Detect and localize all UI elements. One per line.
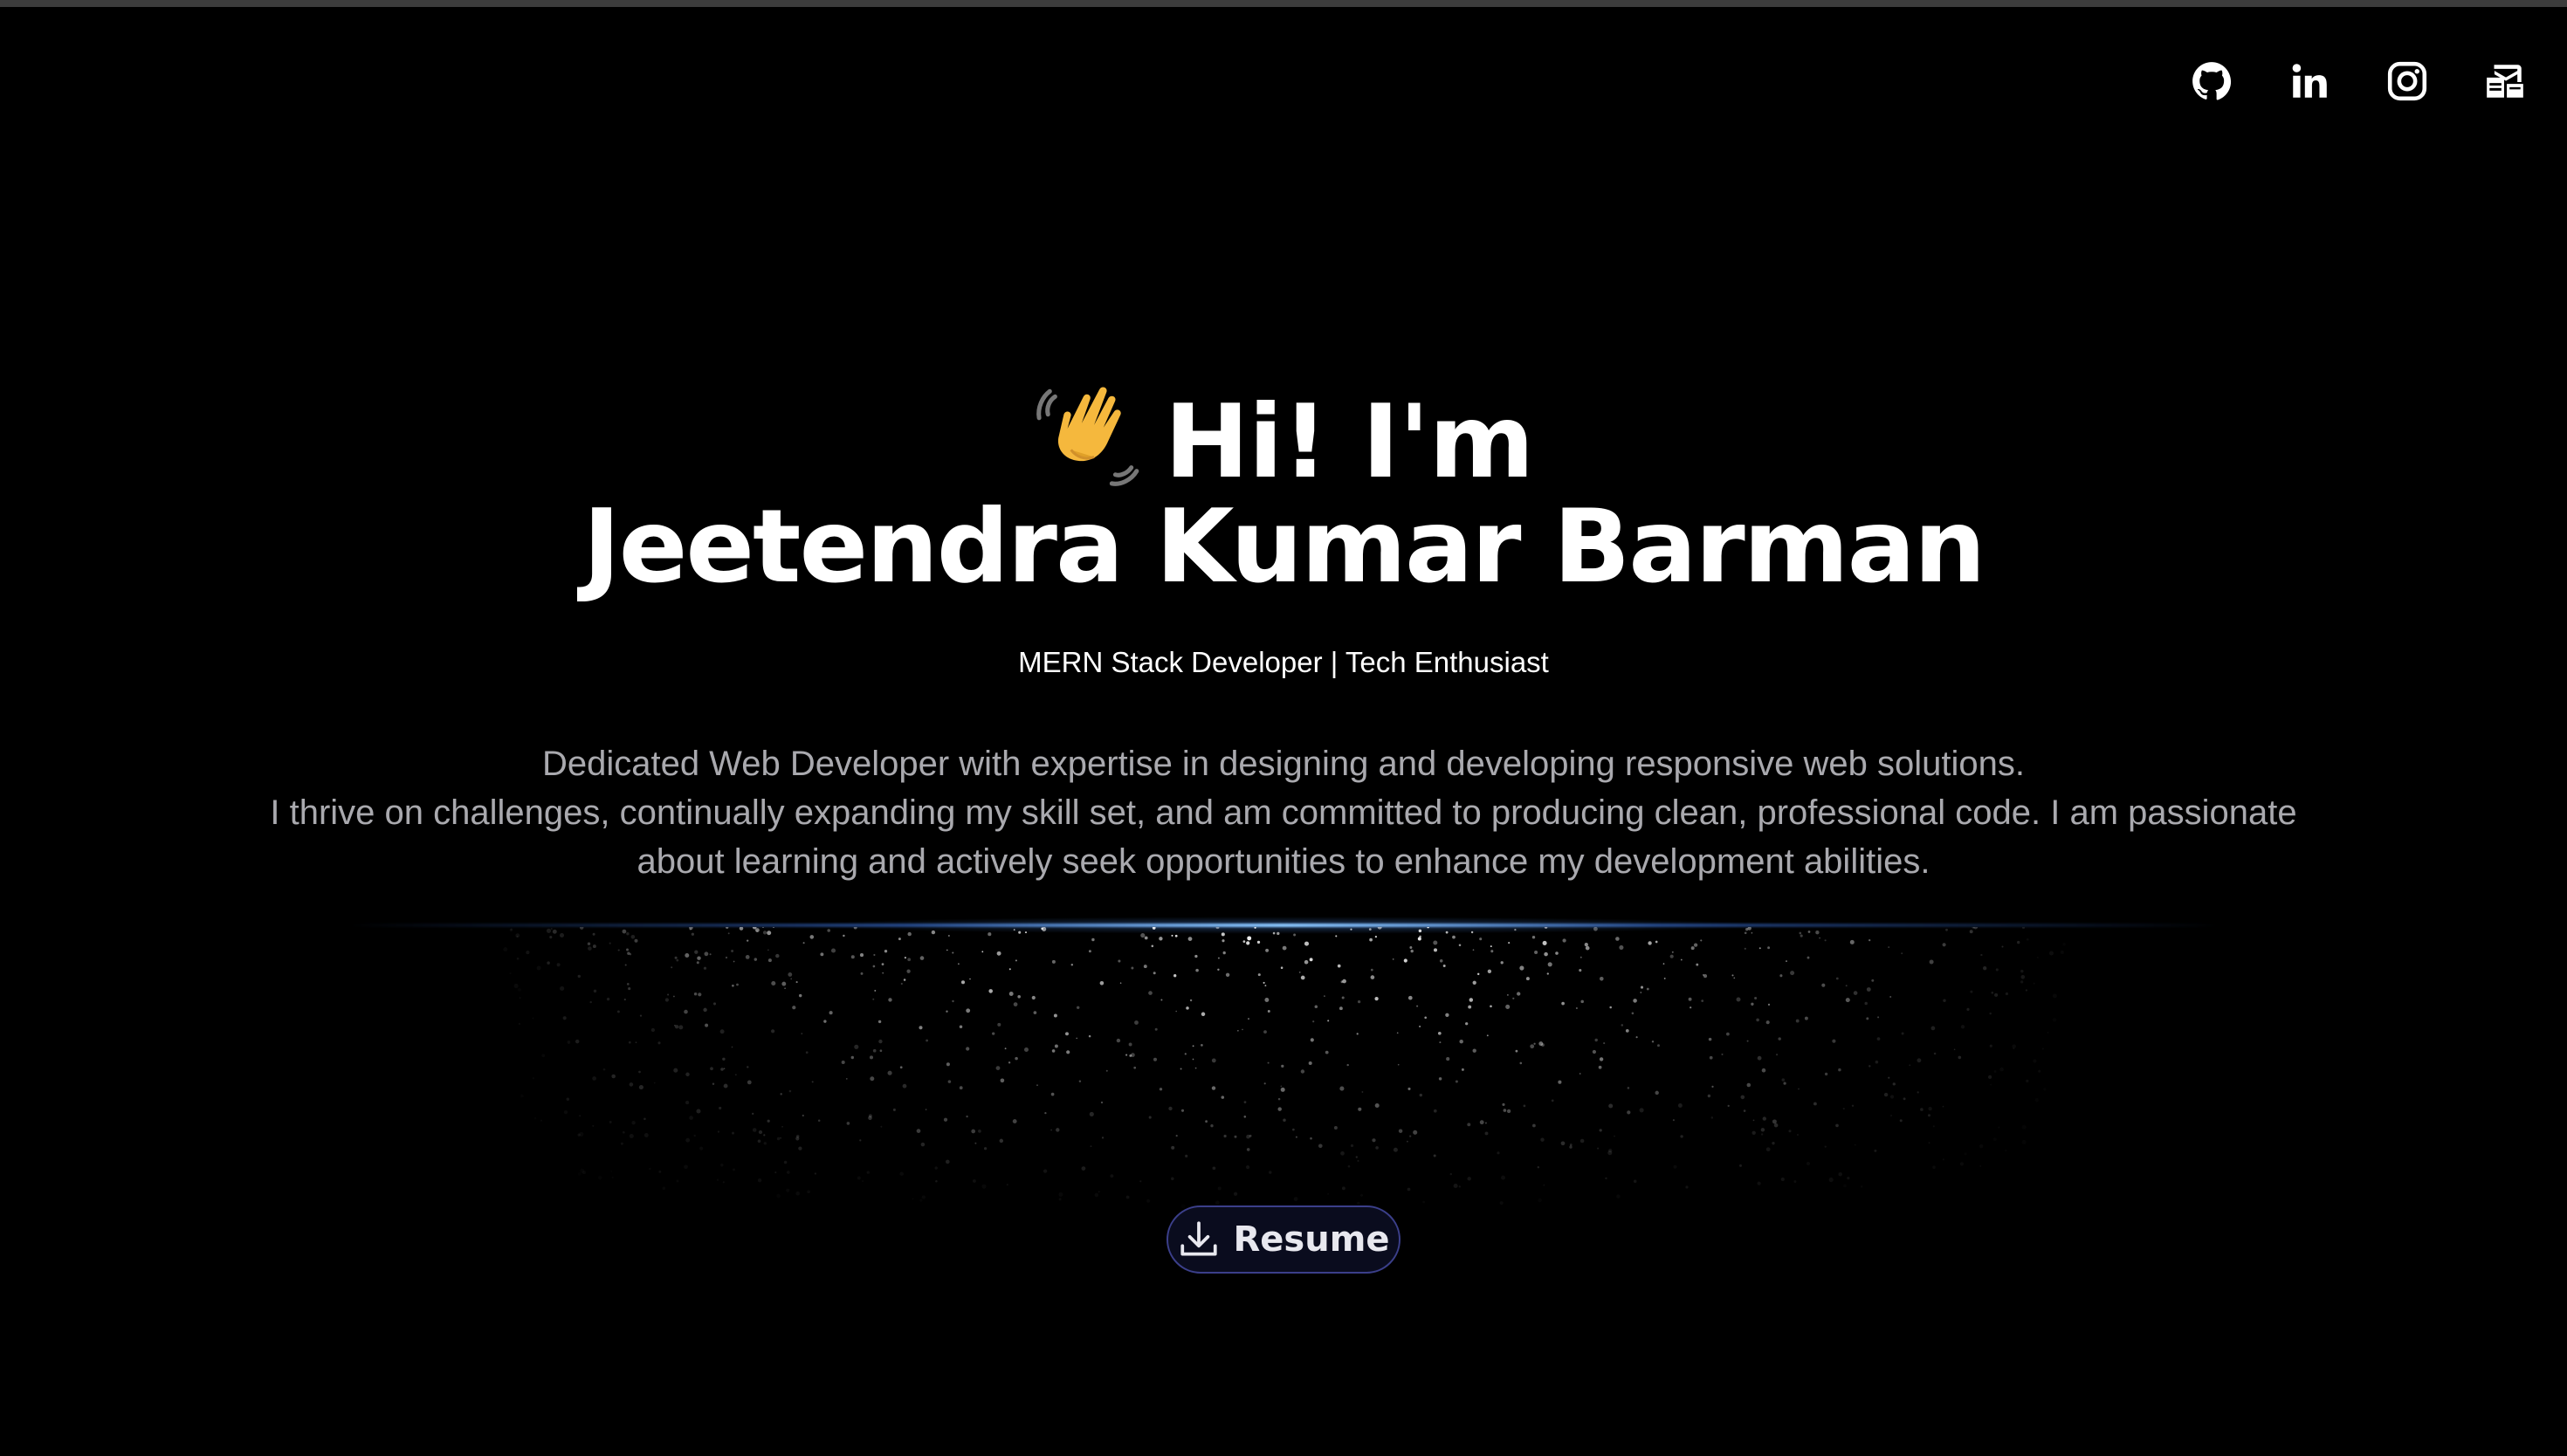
instagram-link[interactable]	[2385, 59, 2429, 103]
bio-line: Dedicated Web Developer with expertise i…	[541, 745, 2026, 783]
bio-paragraph: Dedicated Web Developer with expertise i…	[214, 739, 2353, 886]
window-top-strip	[0, 0, 2567, 7]
hero-section: Hi! I'm Jeetendra Kumar Barman MERN Stac…	[0, 375, 2567, 886]
download-icon	[1180, 1221, 1218, 1256]
sparkles-particles	[509, 927, 2054, 1205]
name-heading: Jeetendra Kumar Barman	[582, 488, 1986, 606]
linkedin-icon	[2292, 64, 2327, 98]
github-icon	[2192, 62, 2232, 100]
contact-link[interactable]	[2483, 59, 2527, 103]
role-subtitle: MERN Stack Developer | Tech Enthusiast	[1018, 646, 1549, 678]
resume-button[interactable]: Resume	[1167, 1205, 1400, 1274]
contact-card-icon	[2487, 65, 2523, 98]
resume-label: Resume	[1233, 1219, 1390, 1260]
greeting-heading: Hi! I'm	[0, 375, 2567, 495]
greeting-text: Hi! I'm	[1164, 383, 1535, 501]
instagram-icon	[2387, 61, 2427, 101]
linkedin-link[interactable]	[2288, 59, 2331, 103]
bio-line: about learning and actively seek opportu…	[637, 842, 1930, 881]
github-link[interactable]	[2190, 59, 2233, 103]
waving-hand-icon	[1036, 387, 1139, 486]
bio-line: I thrive on challenges, continually expa…	[270, 793, 2297, 832]
social-nav	[2190, 59, 2527, 103]
